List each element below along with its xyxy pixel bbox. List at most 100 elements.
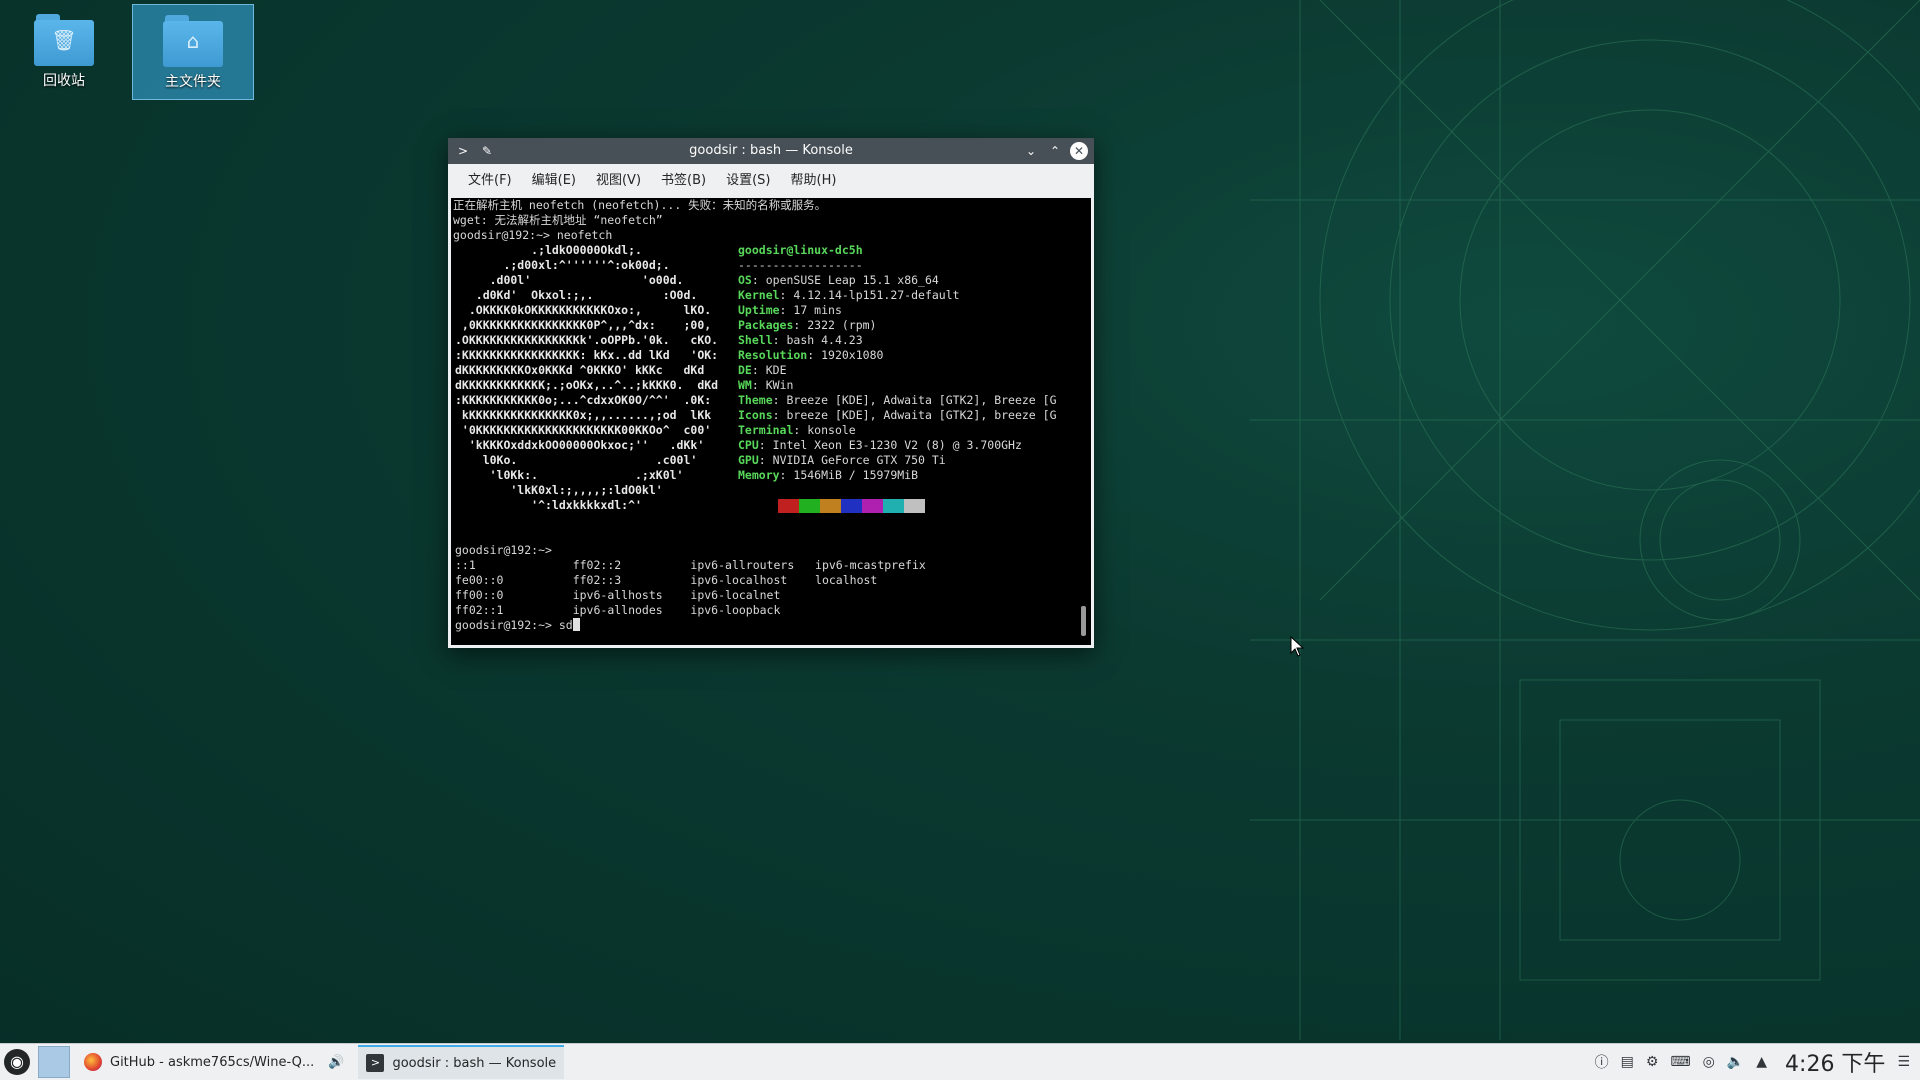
task-konsole[interactable]: > goodsir : bash — Konsole [358, 1045, 565, 1079]
neofetch-info: goodsir@linux-dc5h ------------------ OS… [738, 243, 1057, 483]
network-icon[interactable]: ◎ [1703, 1054, 1715, 1070]
info-colon: : [772, 393, 787, 407]
terminal-line: wget: 无法解析主机地址 “neofetch” [453, 213, 663, 227]
info-row: Theme: Breeze [KDE], Adwaita [GTK2], Bre… [738, 393, 1057, 408]
menu-edit[interactable]: 编辑(E) [522, 169, 586, 188]
keyboard-icon[interactable]: ⌨ [1670, 1054, 1690, 1070]
info-value: konsole [807, 423, 856, 437]
maximize-button[interactable]: ⌃ [1046, 142, 1064, 160]
info-value: 2322 (rpm) [807, 318, 877, 332]
terminal-line: ff00::0 ipv6-allhosts ipv6-localnet [455, 588, 781, 602]
info-key: Packages [738, 318, 794, 332]
menu-view[interactable]: 视图(V) [586, 169, 651, 188]
window-titlebar[interactable]: > ✎ goodsir : bash — Konsole ⌄ ⌃ ✕ [448, 138, 1094, 164]
info-key: CPU [738, 438, 759, 452]
tray-expand-icon[interactable]: ▲ [1756, 1054, 1767, 1070]
info-value: bash 4.4.23 [786, 333, 863, 347]
clock[interactable]: 4:26 下午 [1785, 1046, 1885, 1078]
info-key: Memory [738, 468, 780, 482]
panel-menu-icon[interactable]: ☰ [1897, 1054, 1910, 1070]
ascii-art-line: 'l0Kk:. .;xK0l' [455, 468, 684, 482]
user-host: goodsir@linux-dc5h [738, 243, 863, 257]
terminal-output: goodsir@192:~> ::1 ff02::2 ipv6-allroute… [453, 543, 926, 633]
info-key: Theme [738, 393, 773, 407]
ascii-art-line: 'lkK0xl:;,,,,;:ldO0kl' [455, 483, 663, 497]
info-row: Memory: 1546MiB / 15979MiB [738, 468, 1057, 483]
taskbar: ◉ GitHub - askme765cs/Wine-Q... 🔊 > good… [0, 1043, 1920, 1080]
trash-folder-icon: 🗑 [34, 14, 94, 66]
info-row: Icons: breeze [KDE], Adwaita [GTK2], bre… [738, 408, 1057, 423]
desktop-icon-label: 回收站 [43, 73, 85, 89]
desktop-icon-home[interactable]: ⌂ 主文件夹 [132, 4, 254, 100]
terminal-area[interactable]: 正在解析主机 neofetch (neofetch)... 失败：未知的名称或服… [451, 198, 1091, 645]
desktop-pager[interactable] [38, 1046, 70, 1078]
info-colon: : [793, 423, 808, 437]
info-row: Shell: bash 4.4.23 [738, 333, 1057, 348]
info-row: GPU: NVIDIA GeForce GTX 750 Ti [738, 453, 1057, 468]
ascii-art-line: l0Ko. .c00l' [455, 453, 698, 467]
palette-swatch [883, 499, 904, 513]
close-button[interactable]: ✕ [1070, 142, 1088, 160]
task-firefox[interactable]: GitHub - askme765cs/Wine-Q... 🔊 [76, 1045, 352, 1079]
desktop-icon-trash[interactable]: 🗑 回收站 [4, 4, 124, 98]
kde-connect-icon[interactable]: ⚙ [1646, 1054, 1659, 1070]
info-key: GPU [738, 453, 759, 467]
terminal-app-icon[interactable]: > [454, 142, 472, 160]
task-label: GitHub - askme765cs/Wine-Q... [110, 1054, 315, 1070]
menu-settings[interactable]: 设置(S) [716, 169, 780, 188]
ascii-art-line: :KKKKKKKKKKKKKKKKK: kKx..dd lKd 'OK: [455, 348, 719, 362]
menu-file[interactable]: 文件(F) [458, 169, 522, 188]
terminal-scrollbar[interactable] [1081, 606, 1086, 636]
task-label: goodsir : bash — Konsole [392, 1055, 557, 1071]
info-value: NVIDIA GeForce GTX 750 Ti [772, 453, 946, 467]
info-value: 17 mins [793, 303, 842, 317]
ascii-art-line: .OKKKKKKKKKKKKKKKKk'.oOPPb.'0k. cKO. [455, 333, 719, 347]
info-colon: : [779, 288, 794, 302]
clipboard-icon[interactable]: ▤ [1621, 1054, 1634, 1070]
ascii-art-line: 'kKKKOxddxkOO00000Okxoc;'' .dKk' [455, 438, 705, 452]
system-tray: ⓘ ▤ ⚙ ⌨ ◎ 🔈 ▲ 4:26 下午 ☰ [1595, 1046, 1920, 1078]
info-value: Breeze [KDE], Adwaita [GTK2], Breeze [G [786, 393, 1057, 407]
info-row: Packages: 2322 (rpm) [738, 318, 1057, 333]
volume-icon[interactable]: 🔈 [1727, 1054, 1744, 1070]
command-line[interactable]: goodsir@192:~> sd [453, 618, 926, 633]
prompt: goodsir@192:~> [455, 618, 559, 632]
info-row: Terminal: konsole [738, 423, 1057, 438]
info-key: Uptime [738, 303, 780, 317]
info-key: Kernel [738, 288, 780, 302]
palette-swatch [841, 499, 862, 513]
konsole-window[interactable]: > ✎ goodsir : bash — Konsole ⌄ ⌃ ✕ 文件(F)… [448, 138, 1094, 648]
window-title: goodsir : bash — Konsole [689, 143, 853, 158]
info-value: 1920x1080 [821, 348, 884, 362]
menu-help[interactable]: 帮助(H) [781, 169, 847, 188]
palette-swatch [904, 499, 925, 513]
info-colon: : [779, 303, 794, 317]
info-value: 4.12.14-lp151.27-default [793, 288, 960, 302]
info-colon: : [793, 318, 808, 332]
info-colon: : [751, 363, 766, 377]
info-key: Icons [738, 408, 773, 422]
terminal-line: goodsir@192:~> neofetch [453, 228, 613, 242]
palette-swatch [757, 499, 778, 513]
info-colon: : [758, 453, 773, 467]
info-value: KWin [765, 378, 794, 392]
audio-playing-icon[interactable]: 🔊 [328, 1055, 344, 1070]
ascii-art-line: ,0KKKKKKKKKKKKKKKK0P^,,,^dx: ;00, [455, 318, 712, 332]
ascii-art-line: .;d00xl:^''''''^:ok00d;. [455, 258, 670, 272]
ascii-art-line: .OKKKK0kOKKKKKKKKKKKOxo:, lKO. [455, 303, 712, 317]
ascii-art-line: .d0Kd' Okxol:;,. :O0d. [455, 288, 698, 302]
app-launcher-button[interactable]: ◉ [0, 1045, 34, 1079]
info-colon: : [751, 273, 766, 287]
info-key: WM [738, 378, 752, 392]
info-key: Terminal [738, 423, 794, 437]
menu-bar: 文件(F) 编辑(E) 视图(V) 书签(B) 设置(S) 帮助(H) [448, 164, 1094, 192]
info-value: Intel Xeon E3-1230 V2 (8) @ 3.700GHz [772, 438, 1022, 452]
info-icon[interactable]: ⓘ [1595, 1052, 1609, 1072]
command-input[interactable]: sd [559, 618, 573, 632]
info-value: KDE [765, 363, 787, 377]
separator: ------------------ [738, 258, 863, 272]
ascii-art-line: '0KKKKKKKKKKKKKKKKKKKKK00KKOo^ c00' [455, 423, 712, 437]
pin-icon[interactable]: ✎ [478, 142, 496, 160]
minimize-button[interactable]: ⌄ [1022, 142, 1040, 160]
menu-bookmarks[interactable]: 书签(B) [651, 169, 716, 188]
